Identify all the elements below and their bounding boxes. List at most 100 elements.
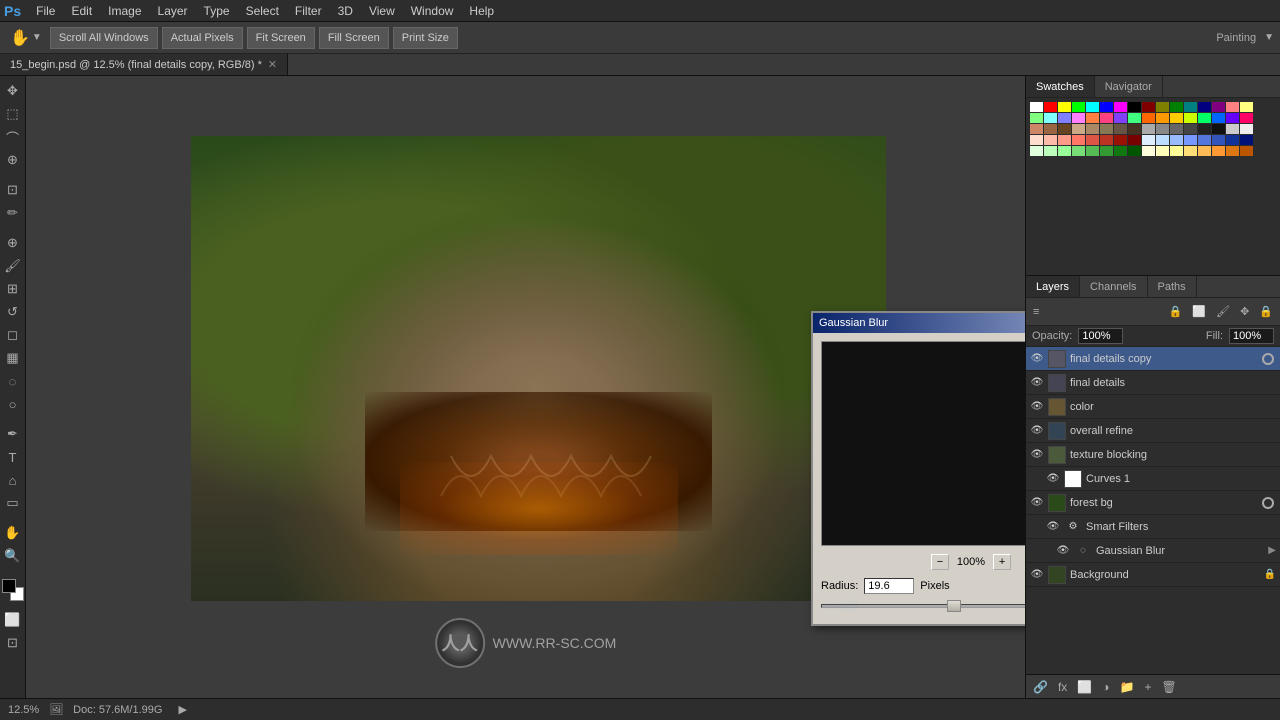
- delete-layer-icon[interactable]: 🗑: [1158, 680, 1179, 694]
- swatch[interactable]: [1212, 146, 1225, 156]
- lock-all-icon[interactable]: 🔒: [1256, 304, 1276, 319]
- swatch[interactable]: [1198, 102, 1211, 112]
- layer-visibility-eye[interactable]: 👁: [1030, 424, 1044, 438]
- swatch[interactable]: [1142, 135, 1155, 145]
- swatch[interactable]: [1184, 102, 1197, 112]
- swatch[interactable]: [1226, 113, 1239, 123]
- clone-tool[interactable]: ⊞: [2, 278, 24, 300]
- print-size-button[interactable]: Print Size: [393, 27, 458, 49]
- link-layers-icon[interactable]: 🔗: [1030, 680, 1051, 694]
- swatch[interactable]: [1030, 124, 1043, 134]
- swatch[interactable]: [1142, 102, 1155, 112]
- swatch[interactable]: [1156, 135, 1169, 145]
- swatch[interactable]: [1198, 135, 1211, 145]
- layer-item-final-details-copy[interactable]: 👁 final details copy: [1026, 347, 1280, 371]
- eyedropper-tool[interactable]: ✏: [2, 202, 24, 224]
- menu-select[interactable]: Select: [239, 3, 286, 19]
- document-tab[interactable]: 15_begin.psd @ 12.5% (final details copy…: [0, 54, 288, 75]
- swatch[interactable]: [1240, 102, 1253, 112]
- lock-position-icon[interactable]: ✥: [1237, 304, 1252, 319]
- swatch[interactable]: [1044, 135, 1057, 145]
- swatch[interactable]: [1226, 102, 1239, 112]
- path-tool[interactable]: ⌂: [2, 469, 24, 491]
- swatch[interactable]: [1100, 102, 1113, 112]
- foreground-color[interactable]: [2, 579, 24, 601]
- swatch[interactable]: [1044, 113, 1057, 123]
- scroll-indicator-arrow[interactable]: ▶: [178, 703, 186, 716]
- swatch[interactable]: [1100, 124, 1113, 134]
- layer-item-curves1[interactable]: 👁 Curves 1: [1026, 467, 1280, 491]
- gradient-tool[interactable]: ▦: [2, 347, 24, 369]
- swatch[interactable]: [1226, 135, 1239, 145]
- workspace-dropdown-arrow[interactable]: ▼: [1264, 32, 1274, 43]
- marquee-tool[interactable]: ⬚: [2, 103, 24, 125]
- swatch[interactable]: [1072, 124, 1085, 134]
- swatch[interactable]: [1030, 102, 1043, 112]
- tab-swatches[interactable]: Swatches: [1026, 76, 1095, 97]
- swatch[interactable]: [1212, 135, 1225, 145]
- actual-pixels-button[interactable]: Actual Pixels: [162, 27, 243, 49]
- swatch[interactable]: [1044, 102, 1057, 112]
- swatch[interactable]: [1114, 102, 1127, 112]
- swatch[interactable]: [1226, 146, 1239, 156]
- swatch[interactable]: [1156, 113, 1169, 123]
- fit-screen-button[interactable]: Fit Screen: [247, 27, 315, 49]
- swatch[interactable]: [1212, 102, 1225, 112]
- swatch[interactable]: [1170, 113, 1183, 123]
- swatch[interactable]: [1184, 146, 1197, 156]
- swatch[interactable]: [1226, 124, 1239, 134]
- swatch[interactable]: [1156, 102, 1169, 112]
- swatch[interactable]: [1058, 135, 1071, 145]
- crop-tool[interactable]: ⊡: [2, 179, 24, 201]
- layer-visibility-eye[interactable]: 👁: [1046, 520, 1060, 534]
- swatch[interactable]: [1072, 135, 1085, 145]
- new-layer-icon[interactable]: +: [1141, 680, 1154, 694]
- swatch[interactable]: [1184, 113, 1197, 123]
- menu-filter[interactable]: Filter: [288, 3, 329, 19]
- tab-channels[interactable]: Channels: [1080, 276, 1147, 297]
- menu-type[interactable]: Type: [197, 3, 237, 19]
- layer-item-texture-blocking[interactable]: 👁 texture blocking: [1026, 443, 1280, 467]
- swatch[interactable]: [1058, 124, 1071, 134]
- layer-visibility-eye[interactable]: 👁: [1030, 376, 1044, 390]
- zoom-out-button[interactable]: −: [931, 554, 949, 570]
- swatch[interactable]: [1128, 113, 1141, 123]
- zoom-tool[interactable]: 🔍: [2, 545, 24, 567]
- swatch[interactable]: [1142, 113, 1155, 123]
- eraser-tool[interactable]: ◻: [2, 324, 24, 346]
- swatch[interactable]: [1100, 113, 1113, 123]
- quick-select-tool[interactable]: ⊕: [2, 149, 24, 171]
- hand-tool-left[interactable]: ✋: [2, 522, 24, 544]
- opacity-input[interactable]: [1078, 328, 1123, 344]
- lock-icon[interactable]: 🔒: [1166, 304, 1186, 319]
- layer-item-color[interactable]: 👁 color: [1026, 395, 1280, 419]
- swatch[interactable]: [1212, 113, 1225, 123]
- swatch[interactable]: [1072, 146, 1085, 156]
- layer-item-final-details[interactable]: 👁 final details: [1026, 371, 1280, 395]
- swatch[interactable]: [1072, 102, 1085, 112]
- swatch[interactable]: [1128, 102, 1141, 112]
- swatch[interactable]: [1086, 135, 1099, 145]
- dodge-tool[interactable]: ○: [2, 393, 24, 415]
- tab-paths[interactable]: Paths: [1148, 276, 1197, 297]
- swatch[interactable]: [1240, 135, 1253, 145]
- lasso-tool[interactable]: ⌒: [2, 126, 24, 148]
- swatch[interactable]: [1240, 124, 1253, 134]
- menu-view[interactable]: View: [362, 3, 402, 19]
- swatch[interactable]: [1072, 113, 1085, 123]
- layer-visibility-eye[interactable]: 👁: [1030, 496, 1044, 510]
- layer-visibility-eye[interactable]: 👁: [1030, 352, 1044, 366]
- radius-input[interactable]: [864, 578, 914, 594]
- swatch[interactable]: [1128, 146, 1141, 156]
- swatch[interactable]: [1170, 135, 1183, 145]
- swatch[interactable]: [1044, 124, 1057, 134]
- layer-visibility-eye[interactable]: 👁: [1056, 544, 1070, 558]
- swatch[interactable]: [1086, 146, 1099, 156]
- fill-input[interactable]: [1229, 328, 1274, 344]
- radius-slider-thumb[interactable]: [947, 600, 961, 612]
- swatch[interactable]: [1030, 135, 1043, 145]
- new-fill-layer-icon[interactable]: ◑: [1099, 680, 1112, 694]
- tab-navigator[interactable]: Navigator: [1095, 76, 1163, 97]
- new-group-icon[interactable]: 📁: [1117, 680, 1138, 694]
- zoom-in-button[interactable]: +: [993, 554, 1011, 570]
